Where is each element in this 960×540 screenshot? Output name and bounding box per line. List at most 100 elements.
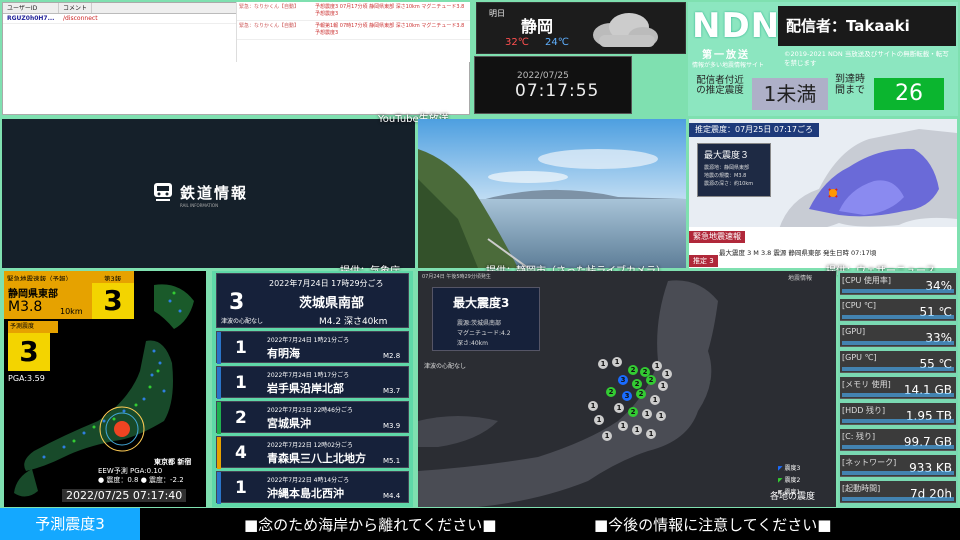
latest-quake[interactable]: 2022年7月24日 17時29分ごろ 3 茨城県南部 津波の心配なし M4.2… — [216, 273, 409, 328]
intensity-marker: 1 — [618, 421, 628, 431]
legend-label: 震度3 — [784, 465, 801, 472]
intensity-marker: 1 — [588, 401, 598, 411]
legend-label: 震度2 — [784, 477, 801, 484]
stat-row: [メモリ 使用] 14.1 GB — [840, 377, 956, 399]
stat-label: [GPU ℃] — [842, 353, 877, 362]
intensity-marker: 1 — [642, 409, 652, 419]
stat-row: [HDD 残り] 1.95 TB — [840, 403, 956, 425]
quake-datetime: 2022年7月22日 4時14分ごろ — [267, 477, 350, 484]
stat-graph — [842, 341, 954, 345]
rail-logo: 鉄道情報 — [152, 181, 248, 203]
stat-row: [GPU] 33% — [840, 325, 956, 347]
eew-info-box: 最大震度３ 震源地：静岡県東部 地震の規模：M3.8 震源の深さ：約10km — [697, 143, 771, 197]
stat-graph — [842, 289, 954, 293]
stat-graph — [842, 471, 954, 475]
quake-color-bar — [217, 367, 221, 399]
quake-datetime: 2022年7月22日 12時02分ごろ — [267, 442, 353, 449]
magnitude: M3.8 — [8, 299, 43, 315]
intensity-marker: 2 — [606, 387, 616, 397]
arrival-seconds: 26 — [874, 78, 944, 110]
predicted-shindo: 3 — [8, 333, 50, 371]
stat-label: [メモリ 使用] — [842, 380, 891, 389]
quake-list-item[interactable]: 1 2022年7月24日 1時21分ごろ 有明海 M2.8 — [216, 331, 409, 364]
intensity-marker: 2 — [636, 389, 646, 399]
quake-place: 岩手県沿岸北部 — [267, 382, 344, 395]
quake-shindo: 1 — [235, 478, 247, 498]
stat-row: [GPU ℃] 55 ℃ — [840, 351, 956, 373]
feed-msg: 予報第1報 07時17分頃 静岡県東部 深さ10km マグニチュード3.8 予想… — [315, 23, 465, 36]
stat-graph — [842, 367, 954, 371]
map-title: 地震情報 — [788, 275, 813, 282]
quake-list-item[interactable]: 4 2022年7月22日 12時02分ごろ 青森県三八上北地方 M5.1 — [216, 436, 409, 469]
stat-row: [ネットワーク] 933 KB — [840, 455, 956, 477]
quake-line: 深さ:40km — [457, 340, 488, 347]
quake-datetime: 2022年7月24日 1時17分ごろ — [267, 372, 350, 379]
quake-datetime: 2022年7月24日 1時21分ごろ — [267, 337, 350, 344]
quake-list-item[interactable]: 1 2022年7月24日 1時17分ごろ岩手県沿岸北部 M3.7 — [216, 366, 409, 399]
stat-label: [ネットワーク] — [842, 458, 897, 467]
rail-title: 鉄道情報 — [180, 183, 249, 202]
quake-mag: M3.7 — [383, 387, 401, 395]
quake-tsunami: 津波の心配なし — [221, 318, 264, 325]
eew-line: 地震の規模：M3.8 — [704, 173, 747, 179]
quake-shindo: 3 — [229, 290, 245, 315]
quake-list-item[interactable]: 2 2022年7月23日 22時46分ごろ 宮城県沖 M3.9 — [216, 401, 409, 434]
stat-label: [起動時間] — [842, 484, 881, 493]
local-intensity-label: 配信者付近の推定震度 — [696, 75, 744, 96]
intensity-marker: 2 — [646, 375, 656, 385]
feed-item: 緊急：なりかくん【自動】 予報第1報 07時17分頃 静岡県東部 深さ10km マ… — [237, 21, 470, 40]
ticker-message: ■今後の情報に注意してください■ — [594, 516, 832, 534]
intensity-marker: 1 — [602, 431, 612, 441]
stat-label: [GPU] — [842, 327, 866, 336]
intensity-marker: 1 — [646, 429, 656, 439]
col-comment: コメント — [59, 3, 93, 13]
local-intensity-value: 1未満 — [752, 78, 828, 110]
ndn-logo: NDN — [692, 6, 781, 46]
feed-msg: 予想震度3 07月17分頃 静岡県東部 深さ10km マグニチュード3.8 予想… — [315, 4, 465, 17]
copyright-text: ©2019-2021 NDN 当放送及びサイトの無断転載・転写を禁じます — [784, 50, 949, 67]
intensity-marker: 1 — [662, 369, 672, 379]
max-shindo-title: 最大震度3 — [453, 296, 510, 310]
intensity-marker: 3 — [622, 391, 632, 401]
comment-text: /disconnect — [63, 15, 98, 22]
tsunami-note: 津波の心配なし — [424, 363, 467, 370]
eew-estimate-label: 推定 3 — [689, 255, 718, 267]
quake-list-item[interactable]: 1 2022年7月22日 4時14分ごろ 沖縄本島北西沖 M4.4 — [216, 471, 409, 504]
intensity-marker: 2 — [628, 407, 638, 417]
intensity-marker: 1 — [658, 381, 668, 391]
alert-feed: 緊急：なりかくん【自動】 予想震度3 07月17分頃 静岡県東部 深さ10km マ… — [236, 2, 470, 62]
intensity-marker: 1 — [632, 425, 642, 435]
weather-low: 24℃ — [545, 37, 569, 48]
legend-item: ◤ 震度2 — [778, 477, 801, 484]
map-timestamp: 07月24日 午後5時29分頃発生 — [422, 274, 491, 280]
quake-info-box: 最大震度3 震源:茨城県南部 マグニチュード:4.2 深さ:40km — [432, 287, 540, 351]
channel-name: 第一放送 — [702, 50, 750, 61]
stat-graph — [842, 445, 954, 449]
comment-user: RGUZ0h0H7... — [7, 15, 55, 22]
rail-subtitle: RAIL INFORMATION — [180, 203, 219, 208]
bottom-ticker: 予測震度3 ■念のため海岸から離れてください■ ■今後の情報に注意してください■ — [0, 508, 960, 540]
predicted-badge: 予測震度3 — [0, 508, 140, 540]
quake-shindo: 1 — [235, 373, 247, 393]
stat-row: [起動時間] 7d 20h — [840, 481, 956, 503]
depth: 10km — [60, 307, 83, 316]
stat-row: [CPU 使用率] 34% — [840, 273, 956, 295]
stat-label: [CPU ℃] — [842, 301, 877, 310]
quake-mag: M3.9 — [383, 422, 401, 430]
coast-camera-image — [418, 119, 686, 268]
quake-mag: M2.8 — [383, 352, 401, 360]
ticker-message: ■念のため海岸から離れてください■ — [244, 516, 497, 534]
weather-city: 静岡 — [521, 17, 554, 36]
intensity-marker: 2 — [632, 379, 642, 389]
eew-max-shindo: 最大震度３ — [704, 151, 750, 161]
system-stats: [CPU 使用率] 34% [CPU ℃] 51 ℃ [GPU] 33% [GPU ℃] 55… — [838, 271, 958, 507]
clock-date: 2022/07/25 — [517, 71, 569, 81]
arrival-label: 到達時間まで — [835, 74, 865, 96]
intensity-marker: 1 — [652, 361, 662, 371]
intensity-marker: 1 — [656, 411, 666, 421]
quake-line: 震源:茨城県南部 — [457, 320, 502, 327]
earthquake-list: 2022年7月24日 17時29分ごろ 3 茨城県南部 津波の心配なし M4.2… — [212, 271, 413, 507]
stat-graph — [842, 393, 954, 397]
quake-color-bar — [217, 332, 221, 364]
quake-shindo: 4 — [235, 443, 247, 463]
